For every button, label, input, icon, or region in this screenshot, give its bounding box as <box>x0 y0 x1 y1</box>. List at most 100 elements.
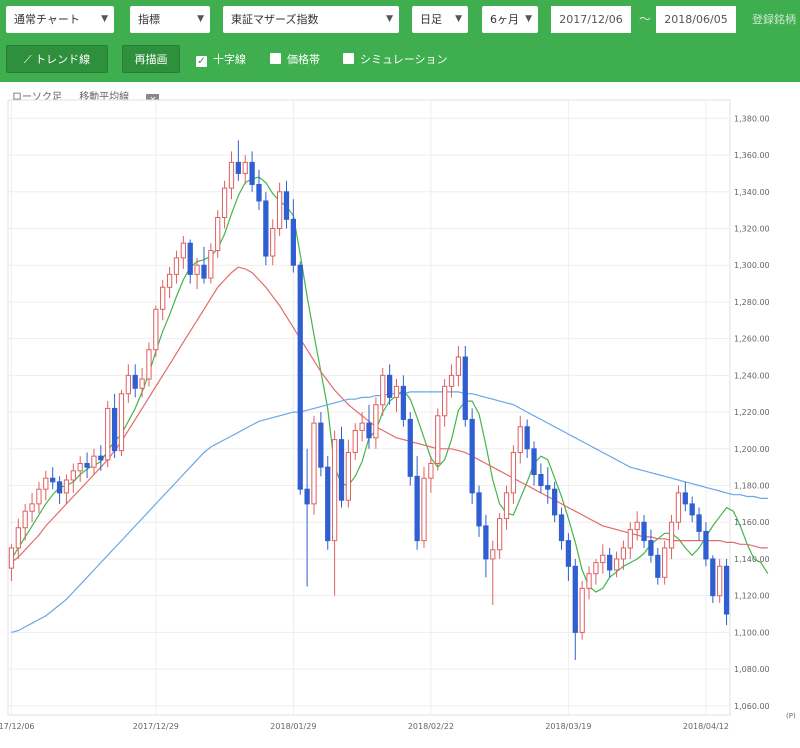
candle-body <box>393 385 400 398</box>
candle-body <box>153 308 159 351</box>
candle-body <box>331 439 338 542</box>
candle-body <box>36 488 42 505</box>
y-tick-label: 1,320.00 <box>734 225 770 234</box>
candle-body <box>29 503 35 512</box>
candle-body <box>414 475 420 542</box>
candle-body <box>400 385 407 420</box>
candle-body <box>620 547 627 560</box>
interval-select[interactable]: 日足 ▼ <box>412 6 468 33</box>
candle-body <box>435 415 441 464</box>
candle-body <box>531 448 537 476</box>
candle-body <box>256 183 262 202</box>
candle-body <box>352 429 358 453</box>
candle-body <box>373 404 379 439</box>
candle-body <box>634 521 640 531</box>
candle-body <box>565 540 572 567</box>
register-button[interactable]: 登録銘柄 <box>748 6 800 33</box>
candle-body <box>710 558 716 597</box>
y-tick-label: 1,140.00 <box>734 555 770 564</box>
period-select[interactable]: 6ヶ月 ▼ <box>482 6 538 33</box>
chart-mode-select[interactable]: 通常チャート ▼ <box>6 6 114 33</box>
candle-body <box>490 549 496 560</box>
indicator-select[interactable]: 指標 ▼ <box>130 6 210 33</box>
candle-body <box>593 562 599 575</box>
candle-body <box>56 481 63 494</box>
y-tick-label: 1,100.00 <box>734 628 770 637</box>
x-tick-label: 2018/03/19 <box>545 722 591 731</box>
candle-body <box>524 426 530 450</box>
candle-body <box>338 439 345 501</box>
candle-body <box>270 228 276 257</box>
date-from-input[interactable]: 2017/12/06 <box>551 6 631 33</box>
candle-body <box>448 374 455 387</box>
y-tick-label: 1,060.00 <box>734 702 770 711</box>
candle-body <box>22 510 28 529</box>
crosshair-checkbox[interactable]: ✓ 十字線 <box>196 53 246 67</box>
candle-body <box>132 374 138 389</box>
simulation-label: シミュレーション <box>360 53 448 66</box>
candle-body <box>105 407 111 461</box>
candle-body <box>545 485 551 490</box>
candle-body <box>455 356 462 376</box>
candle-body <box>359 422 365 431</box>
candle-body <box>641 521 647 542</box>
candle-body <box>503 492 510 520</box>
candle-body <box>648 540 654 556</box>
candle-body <box>43 477 49 490</box>
candle-body <box>421 477 427 542</box>
candle-body <box>586 573 592 589</box>
x-tick-label: 2017/12/29 <box>133 722 179 731</box>
price-band-label: 価格帯 <box>287 53 320 66</box>
candle-body <box>607 554 613 571</box>
indicator-value: 指標 <box>138 13 160 26</box>
candle-body <box>579 587 585 633</box>
candle-body <box>297 264 303 490</box>
interval-value: 日足 <box>420 13 442 26</box>
candle-body <box>668 521 675 549</box>
candle-body <box>63 479 70 494</box>
candle-body <box>662 547 668 578</box>
period-value: 6ヶ月 <box>490 13 519 26</box>
date-to-input[interactable]: 2018/06/05 <box>656 6 736 33</box>
price-band-checkbox[interactable]: 価格帯 <box>270 53 320 67</box>
candle-body <box>476 492 482 527</box>
trend-line-button[interactable]: ⟋ トレンド線 <box>6 45 108 73</box>
candle-body <box>304 488 310 505</box>
chevron-down-icon: ▼ <box>525 14 532 24</box>
x-tick-label: 2018/04/12 <box>683 722 729 731</box>
x-tick-label: 2017/12/06 <box>0 722 34 731</box>
candle-body <box>98 455 104 461</box>
checkbox-checked-icon: ✓ <box>196 56 207 67</box>
candle-body <box>180 242 186 259</box>
y-tick-label: 1,280.00 <box>734 298 770 307</box>
candle-body <box>696 514 702 532</box>
candle-body <box>655 554 661 578</box>
chevron-down-icon: ▼ <box>197 14 204 24</box>
candle-body <box>689 503 695 516</box>
redraw-button[interactable]: 再描画 <box>122 45 180 73</box>
candle-body <box>194 264 200 275</box>
candle-body <box>242 161 248 174</box>
trend-line-icon: ⟋ <box>23 53 32 66</box>
index-select[interactable]: 東証マザーズ指数 ▼ <box>223 6 399 33</box>
candle-body <box>538 474 544 487</box>
candle-body <box>201 264 207 279</box>
candle-body <box>283 191 290 220</box>
y-tick-label: 1,120.00 <box>734 592 770 601</box>
simulation-checkbox[interactable]: シミュレーション <box>343 53 448 67</box>
y-tick-label: 1,180.00 <box>734 482 770 491</box>
candle-body <box>428 462 434 479</box>
candle-body <box>407 418 413 477</box>
candle-body <box>682 492 688 505</box>
y-unit-label: (P) <box>786 712 796 720</box>
candle-body <box>325 466 331 542</box>
candle-body <box>380 374 386 406</box>
candle-body <box>675 492 682 523</box>
x-tick-label: 2018/02/22 <box>408 722 454 731</box>
candle-body <box>173 257 180 275</box>
candle-body <box>160 286 166 310</box>
checkbox-icon <box>270 53 281 64</box>
candle-body <box>517 426 523 453</box>
chart-toolbar: 通常チャート ▼ 指標 ▼ 東証マザーズ指数 ▼ 日足 ▼ 6ヶ月 ▼ 2017… <box>0 0 800 82</box>
chevron-down-icon: ▼ <box>386 14 393 24</box>
